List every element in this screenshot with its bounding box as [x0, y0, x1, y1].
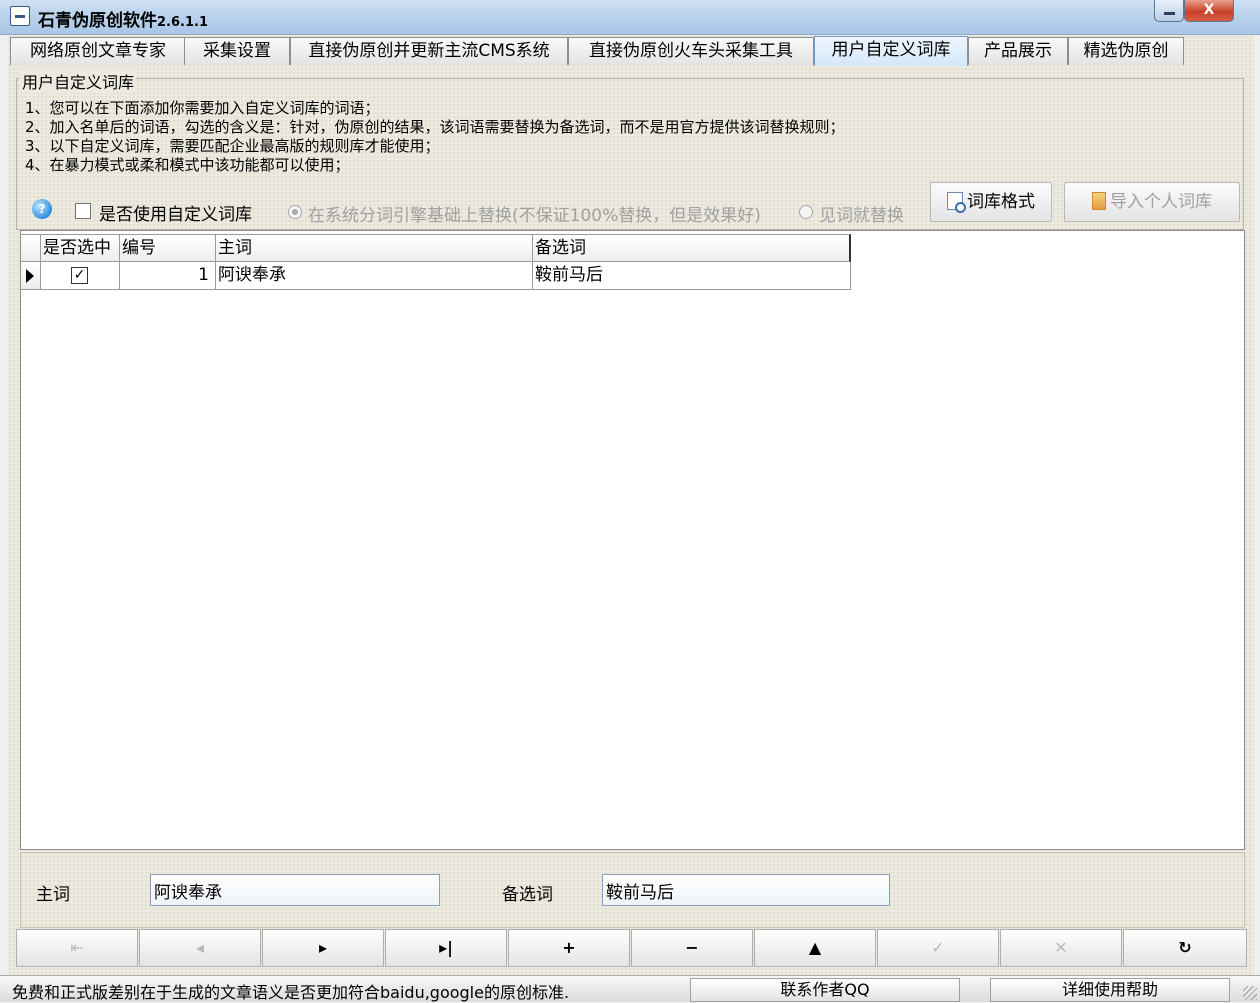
tab-article-expert[interactable]: 网络原创文章专家 [10, 37, 186, 65]
radio-direct-replace-label[interactable]: 见词就替换 [819, 201, 904, 226]
row-selected-checkbox[interactable]: ✓ [71, 267, 88, 284]
main-word-input[interactable] [150, 874, 440, 906]
main-word-label: 主词 [36, 885, 70, 905]
edit-up-icon: ▲ [808, 938, 822, 957]
check-icon: ✓ [931, 938, 945, 957]
note-line: 3、以下自定义词库，需要匹配企业最高版的规则库才能使用； [25, 137, 440, 155]
minus-icon: − [685, 938, 699, 957]
alt-word-label: 备选词 [502, 885, 553, 905]
current-row-arrow-icon [26, 269, 34, 283]
record-navigator: ⇤ ◂ ▸ ▸| + − ▲ ✓ ✕ ↻ [16, 929, 1248, 967]
window-version: 2.6.1.1 [157, 15, 208, 30]
tab-cms-update[interactable]: 直接伪原创并更新主流CMS系统 [290, 37, 568, 65]
nav-cancel-button[interactable]: ✕ [1000, 929, 1122, 967]
row-id-cell[interactable]: 1 [120, 262, 216, 290]
detailed-help-button[interactable]: 详细使用帮助 [990, 978, 1230, 1002]
nav-delete-button[interactable]: − [631, 929, 753, 967]
import-dictionary-button[interactable]: 导入个人词库 [1064, 182, 1240, 222]
use-dictionary-label[interactable]: 是否使用自定义词库 [99, 200, 252, 225]
nav-next-button[interactable]: ▸ [262, 929, 384, 967]
tab-user-dictionary[interactable]: 用户自定义词库 [814, 36, 968, 66]
note-line: 2、加入名单后的词语，勾选的含义是：针对，伪原创的结果，该词语需要替换为备选词，… [25, 118, 845, 136]
help-icon[interactable]: ? [32, 199, 52, 219]
nav-post-button[interactable]: ✓ [877, 929, 999, 967]
tab-selected-rewrite[interactable]: 精选伪原创 [1068, 37, 1184, 65]
use-dictionary-checkbox[interactable] [75, 203, 91, 219]
next-record-icon: ▸ [318, 938, 328, 957]
radio-engine-replace-label[interactable]: 在系统分词引擎基础上替换(不保证100%替换，但是效果好) [308, 201, 761, 226]
header-indicator [21, 234, 41, 262]
document-search-icon [947, 192, 966, 213]
groupbox-legend: 用户自定义词库 [20, 69, 137, 93]
tab-collect-settings[interactable]: 采集设置 [184, 37, 290, 65]
minimize-button[interactable] [1154, 0, 1184, 22]
window-title: 石青伪原创软件2.6.1.1 [38, 11, 208, 31]
radio-engine-replace[interactable] [288, 205, 302, 219]
alt-word-input[interactable] [602, 874, 890, 906]
row-main-word-cell[interactable]: 阿谀奉承 [216, 262, 533, 290]
instruction-notes: 1、您可以在下面添加你需要加入自定义词库的词语； 2、加入名单后的词语，勾选的含… [25, 99, 845, 175]
row-alt-word-cell[interactable]: 鞍前马后 [533, 262, 851, 290]
nav-refresh-button[interactable]: ↻ [1123, 929, 1247, 967]
column-header-alt-word[interactable]: 备选词 [533, 234, 851, 262]
row-selected-cell[interactable]: ✓ [41, 262, 120, 290]
title-bar[interactable]: 石青伪原创软件2.6.1.1 X [0, 0, 1260, 35]
column-header-main-word[interactable]: 主词 [216, 234, 533, 262]
note-line: 1、您可以在下面添加你需要加入自定义词库的词语； [25, 99, 380, 117]
column-header-selected[interactable]: 是否选中 [41, 234, 120, 262]
tab-locomotive-tool[interactable]: 直接伪原创火车头采集工具 [568, 37, 814, 65]
prior-record-icon: ◂ [195, 938, 205, 957]
database-import-icon [1092, 192, 1106, 210]
nav-first-button[interactable]: ⇤ [16, 929, 138, 967]
dictionary-format-label: 词库格式 [967, 192, 1035, 212]
app-icon[interactable] [10, 6, 30, 26]
close-icon: X [1203, 2, 1215, 18]
dictionary-grid[interactable]: 是否选中 编号 主词 备选词 ✓ 1 阿谀奉承 鞍前马后 [20, 230, 1245, 850]
column-header-id[interactable]: 编号 [120, 234, 216, 262]
resize-grip-icon[interactable] [1243, 986, 1257, 1000]
close-button[interactable]: X [1184, 0, 1234, 22]
tab-product-showcase[interactable]: 产品展示 [968, 37, 1068, 65]
cancel-x-icon: ✕ [1054, 938, 1068, 957]
row-indicator[interactable] [21, 262, 41, 290]
import-dictionary-label: 导入个人词库 [1110, 192, 1212, 212]
nav-edit-button[interactable]: ▲ [754, 929, 876, 967]
dictionary-format-button[interactable]: 词库格式 [930, 182, 1052, 222]
radio-direct-replace[interactable] [799, 205, 813, 219]
nav-prior-button[interactable]: ◂ [139, 929, 261, 967]
status-message: 免费和正式版差别在于生成的文章语义是否更加符合baidu,google的原创标准… [12, 983, 570, 1002]
plus-icon: + [562, 938, 576, 957]
first-record-icon: ⇤ [70, 938, 84, 957]
contact-qq-button[interactable]: 联系作者QQ [690, 978, 960, 1002]
status-bar: 免费和正式版差别在于生成的文章语义是否更加符合baidu,google的原创标准… [0, 975, 1260, 1002]
note-line: 4、在暴力模式或柔和模式中该功能都可以使用； [25, 156, 350, 174]
nav-insert-button[interactable]: + [508, 929, 630, 967]
refresh-icon: ↻ [1178, 938, 1192, 957]
nav-last-button[interactable]: ▸| [385, 929, 507, 967]
last-record-icon: ▸| [439, 938, 453, 957]
